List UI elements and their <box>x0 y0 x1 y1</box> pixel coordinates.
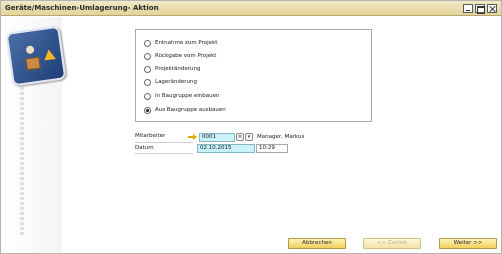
radio-icon[interactable] <box>144 78 151 86</box>
arrow-icon <box>40 49 56 66</box>
person-icon <box>25 45 35 55</box>
cancel-button[interactable]: Abbrechen <box>288 238 346 249</box>
next-button[interactable]: Weiter >> <box>439 238 497 249</box>
option-ausbauen[interactable]: Aus Baugruppe ausbauen <box>144 105 226 115</box>
option-projektaenderung[interactable]: Projektänderung <box>144 64 200 74</box>
radio-icon[interactable] <box>144 65 151 73</box>
radio-icon[interactable] <box>144 39 151 47</box>
link-arrow-icon[interactable] <box>188 134 197 140</box>
option-einbauen[interactable]: In Baugruppe einbauen <box>144 91 219 101</box>
option-rueckgabe[interactable]: Rückgabe vom Projekt <box>144 51 216 61</box>
option-label: Aus Baugruppe ausbauen <box>155 107 226 113</box>
option-label: Entnahme zum Projekt <box>155 40 218 46</box>
radio-icon[interactable] <box>144 92 151 100</box>
wizard-window: Geräte/Maschinen-Umlagerung- Aktion Entn… <box>0 0 502 254</box>
list-icon[interactable]: ≡ <box>236 133 244 141</box>
mitarbeiter-name: Manager, Markus <box>257 134 305 140</box>
mitarbeiter-underline <box>135 142 193 143</box>
maximize-button[interactable] <box>475 4 485 14</box>
mitarbeiter-code-input[interactable]: 0001 <box>199 133 235 142</box>
box-icon <box>25 56 41 71</box>
option-label: Rückgabe vom Projekt <box>155 53 217 59</box>
datum-label: Datum <box>135 145 154 151</box>
dropdown-icon[interactable]: ▾ <box>245 133 253 141</box>
title-bar[interactable]: Geräte/Maschinen-Umlagerung- Aktion <box>1 1 501 16</box>
wizard-illustration-icon <box>5 25 67 87</box>
option-label: Projektänderung <box>155 66 201 72</box>
option-label: Lageränderung <box>155 79 198 85</box>
datum-input[interactable]: 02.10.2015 <box>197 144 255 153</box>
datum-underline <box>135 153 193 154</box>
window-title: Geräte/Maschinen-Umlagerung- Aktion <box>5 4 159 12</box>
option-label: In Baugruppe einbauen <box>155 93 220 99</box>
close-button[interactable] <box>487 4 497 13</box>
radio-selected-icon[interactable] <box>144 106 151 114</box>
option-lageraenderung[interactable]: Lageränderung <box>144 77 197 87</box>
mitarbeiter-label: Mitarbeiter <box>135 133 166 139</box>
minimize-button[interactable] <box>463 4 473 13</box>
action-options-group: Entnahme zum Projekt Rückgabe vom Projek… <box>135 29 372 122</box>
radio-icon[interactable] <box>144 52 151 60</box>
back-button[interactable]: << Zurück <box>363 238 421 249</box>
zeit-input[interactable]: 10:29 <box>256 144 288 153</box>
option-entnahme[interactable]: Entnahme zum Projekt <box>144 38 217 48</box>
